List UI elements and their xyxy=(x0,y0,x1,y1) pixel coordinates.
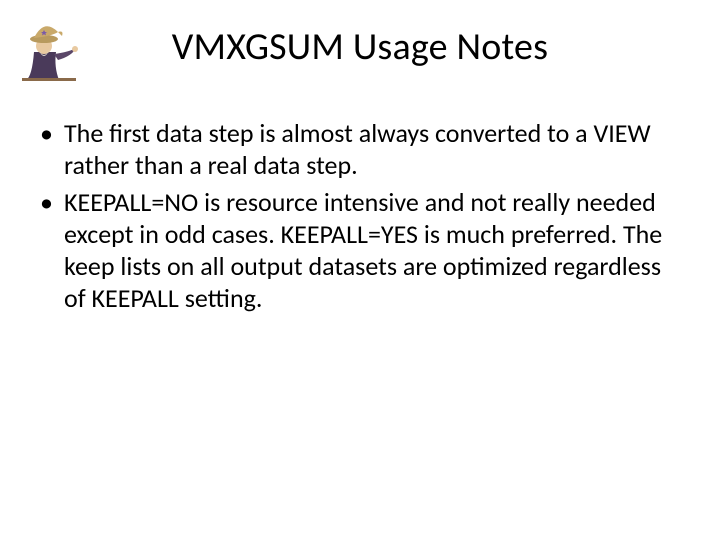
list-item: KEEPALL=NO is resource intensive and not… xyxy=(38,187,672,314)
slide-title: VMXGSUM Usage Notes xyxy=(0,24,720,70)
list-item: The first data step is almost always con… xyxy=(38,118,672,181)
slide-body: The first data step is almost always con… xyxy=(38,118,672,320)
bullet-list: The first data step is almost always con… xyxy=(38,118,672,314)
slide: VMXGSUM Usage Notes The first data step … xyxy=(0,0,720,540)
